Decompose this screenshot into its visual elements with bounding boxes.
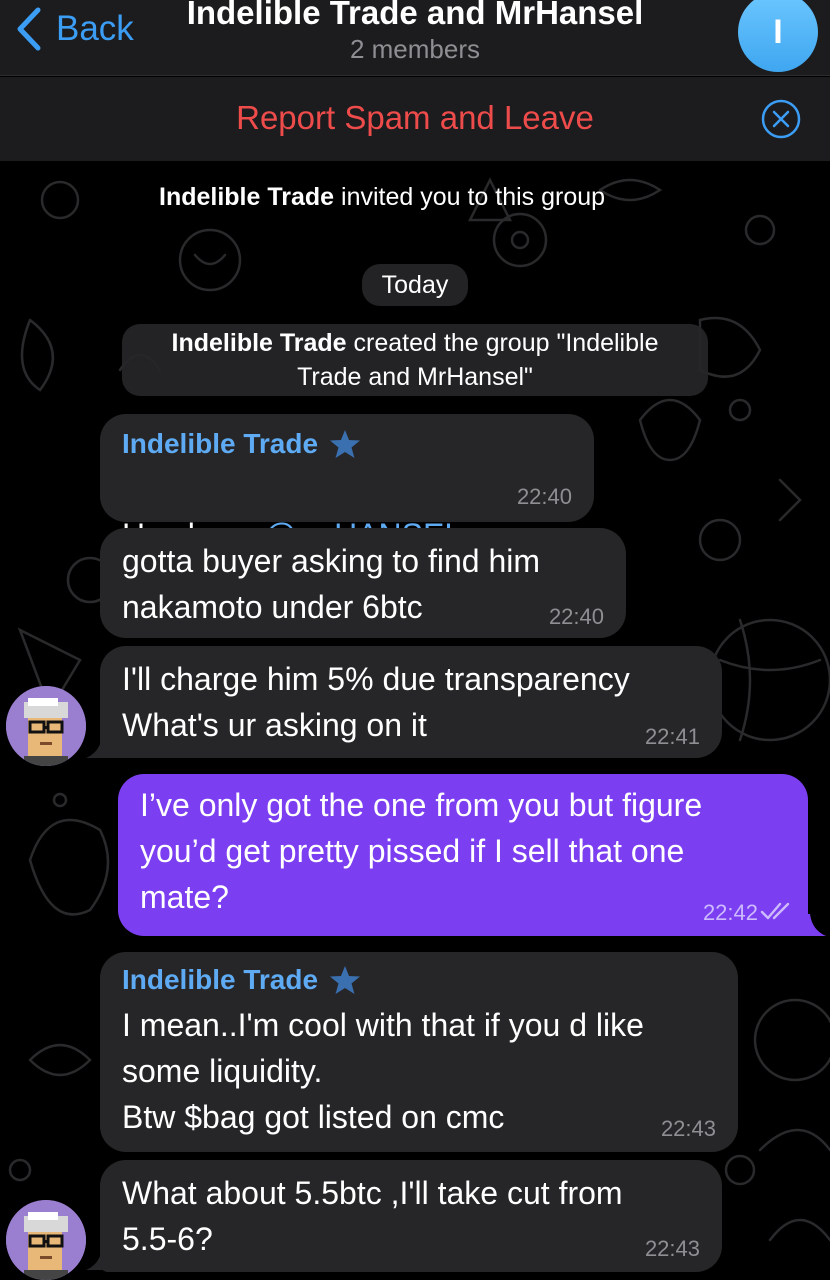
message-bubble-incoming[interactable]: Indelible Trade I mean..I'm cool with th… — [100, 952, 738, 1152]
user-avatar[interactable] — [6, 1200, 86, 1280]
message-bubble-incoming[interactable]: gotta buyer asking to find him nakamoto … — [100, 528, 626, 638]
read-receipt-icon — [760, 902, 790, 920]
created-text-line1: created the group "Indelible — [353, 329, 659, 357]
service-message-invite: Indelible Trade invited you to this grou… — [145, 174, 619, 220]
message-bubble-incoming[interactable]: Indelible Trade Hey boss @mrHANSEL 22:40 — [100, 414, 594, 553]
created-text-line2: Trade and MrHansel" — [297, 363, 533, 391]
user-avatar[interactable] — [6, 686, 86, 766]
bubble-tail — [796, 914, 826, 936]
sender-label: Indelible Trade — [122, 964, 319, 995]
sender-name[interactable]: Indelible Trade — [122, 426, 572, 462]
sender-name[interactable]: Indelible Trade — [122, 962, 716, 998]
member-count: 2 members — [349, 34, 481, 64]
message-text: What about 5.5btc ,I'll take cut from 5.… — [122, 1175, 623, 1257]
chat-title[interactable]: Indelible Trade and MrHansel — [0, 0, 830, 32]
date-label: Today — [381, 271, 449, 299]
report-spam-button[interactable]: Report Spam and Leave — [0, 99, 830, 137]
close-circle-icon[interactable] — [760, 98, 802, 140]
date-separator: Today — [362, 264, 468, 306]
message-text: gotta buyer asking to find him nakamoto … — [122, 543, 541, 625]
star-icon — [330, 966, 361, 994]
chat-header: Back Indelible Trade and MrHansel 2 memb… — [0, 0, 830, 76]
message-time: 22:43 — [644, 1236, 700, 1261]
message-text: I'll charge him 5% due transparency What… — [122, 661, 630, 743]
pixel-avatar-icon — [6, 686, 86, 766]
message-bubble-outgoing[interactable]: I’ve only got the one from you but figur… — [118, 774, 808, 936]
message-time: 22:43 — [660, 1116, 716, 1141]
report-spam-bar: Report Spam and Leave — [0, 77, 830, 161]
avatar-letter: I — [773, 12, 783, 51]
star-icon — [330, 430, 361, 458]
sender-label: Indelible Trade — [122, 428, 319, 459]
message-bubble-incoming[interactable]: What about 5.5btc ,I'll take cut from 5.… — [100, 1160, 722, 1272]
message-text: I’ve only got the one from you but figur… — [140, 787, 703, 915]
pixel-avatar-icon — [6, 1200, 86, 1280]
bubble-tail — [86, 1248, 116, 1270]
message-time: 22:42 — [702, 900, 758, 925]
bubble-tail — [86, 736, 116, 758]
created-actor: Indelible Trade — [171, 329, 347, 357]
service-message-created: Indelible Trade created the group "Indel… — [122, 324, 708, 396]
message-time: 22:41 — [644, 724, 700, 749]
invite-text: invited you to this group — [341, 183, 606, 211]
message-bubble-incoming[interactable]: I'll charge him 5% due transparency What… — [100, 646, 722, 758]
message-text: I mean..I'm cool with that if you d like… — [122, 1007, 644, 1135]
invite-actor: Indelible Trade — [159, 183, 335, 211]
message-time: 22:40 — [516, 484, 572, 509]
message-time: 22:40 — [548, 604, 604, 629]
